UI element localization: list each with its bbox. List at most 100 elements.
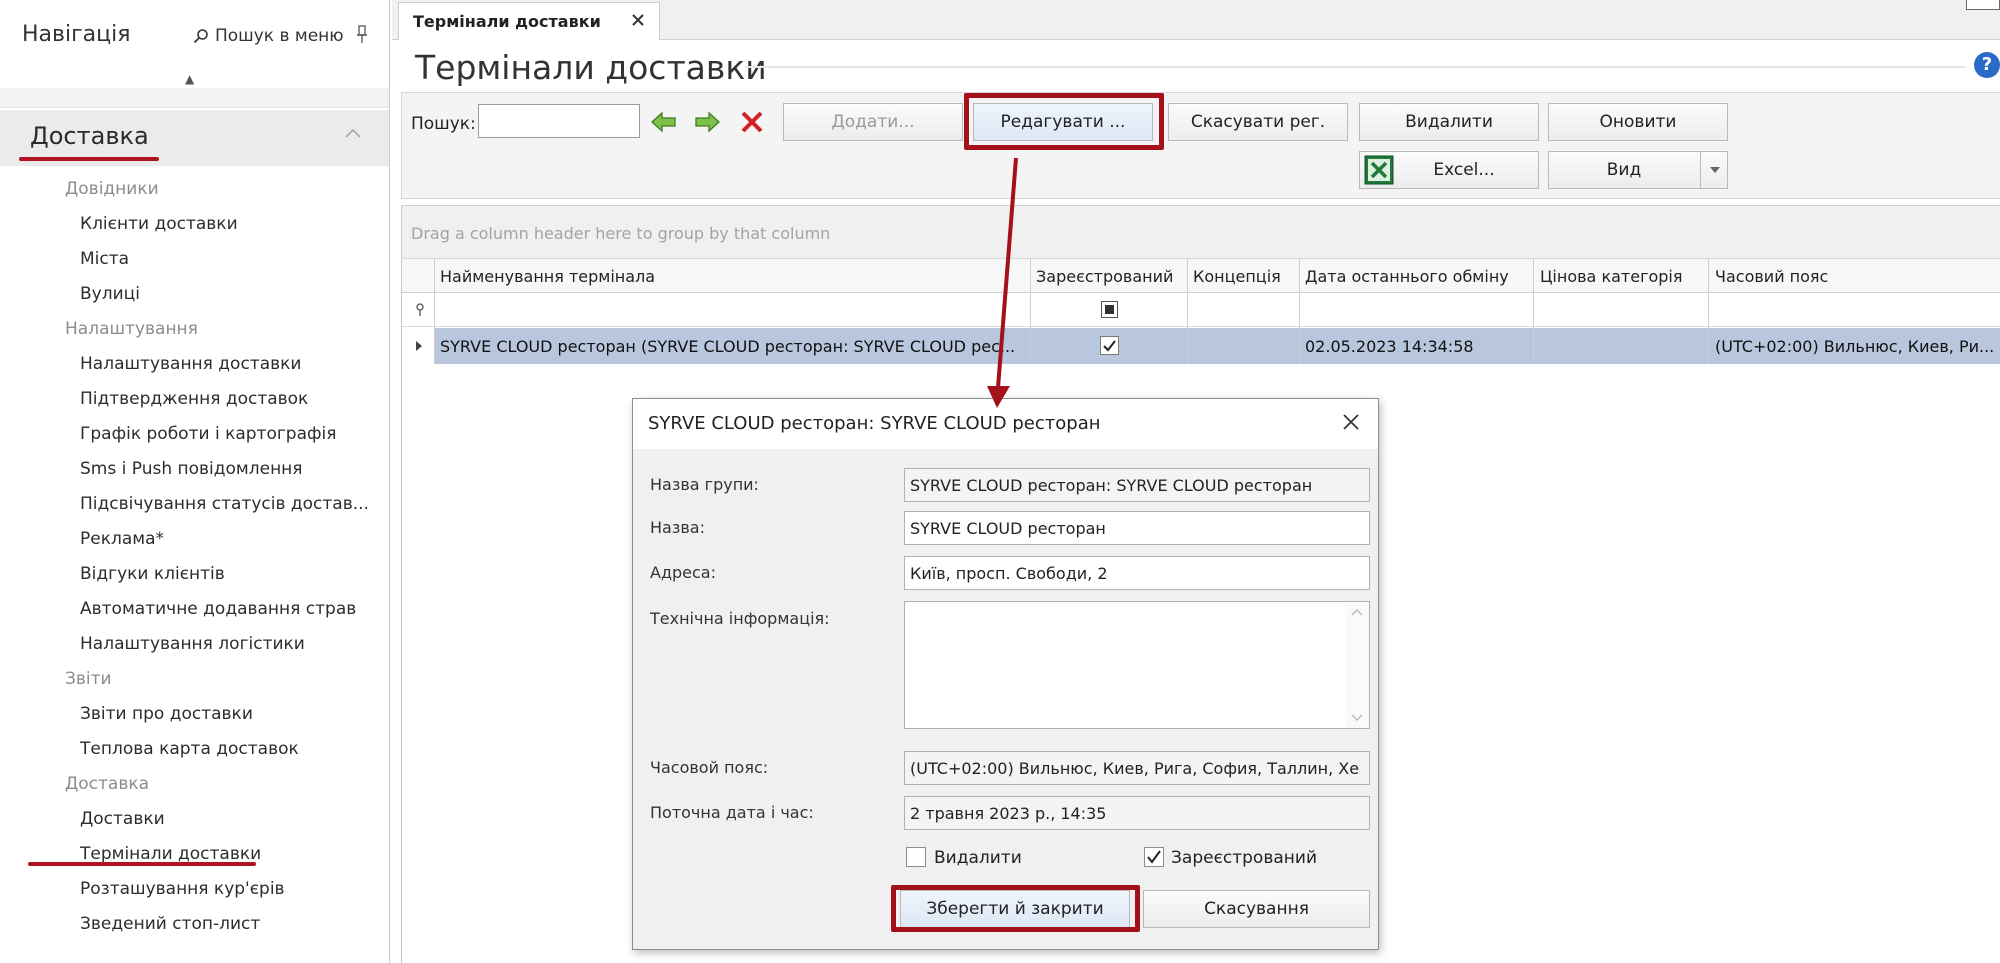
- tech-info-label: Технічна інформація:: [650, 609, 830, 628]
- excel-button-label: Excel...: [1433, 160, 1495, 180]
- title-divider: [745, 66, 1965, 68]
- delete-button[interactable]: Видалити: [1359, 103, 1539, 141]
- dialog-title: SYRVE CLOUD ресторан: SYRVE CLOUD рестор…: [648, 413, 1101, 434]
- row-indicator-icon: [416, 341, 422, 351]
- navigation-sidebar: Навігація Пошук в меню ▲ Доставка Довідн…: [0, 0, 390, 963]
- nav-group-label: Довідники: [65, 179, 159, 199]
- column-separator: [1030, 259, 1031, 364]
- add-button[interactable]: Додати...: [783, 103, 963, 141]
- tab-label: Термінали доставки: [413, 12, 601, 31]
- cancel-button[interactable]: Скасування: [1143, 890, 1370, 928]
- search-label: Пошук:: [411, 114, 476, 134]
- column-separator: [434, 259, 435, 364]
- section-title-highlight: [19, 157, 159, 161]
- close-icon[interactable]: [1342, 413, 1360, 431]
- group-name-field: SYRVE CLOUD ресторан: SYRVE CLOUD рестор…: [904, 468, 1370, 502]
- view-button[interactable]: Вид: [1548, 151, 1728, 189]
- navigation-title: Навігація: [22, 22, 131, 47]
- nav-group-label: Налаштування: [65, 319, 198, 339]
- timezone-field[interactable]: (UTC+02:00) Вильнюс, Киев, Рига, София, …: [904, 751, 1370, 785]
- view-button-separator: [1700, 152, 1701, 188]
- address-field[interactable]: Київ, просп. Свободи, 2: [904, 556, 1370, 590]
- scroll-strip: [0, 88, 389, 108]
- column-header-last-exchange[interactable]: Дата останнього обміну: [1305, 267, 1509, 286]
- nav-group-label: Звіти: [65, 669, 112, 689]
- sidebar-item-heat-map[interactable]: Теплова карта доставок: [80, 739, 299, 759]
- column-header-concept[interactable]: Концепція: [1193, 267, 1281, 286]
- search-input[interactable]: [478, 104, 640, 138]
- save-button-highlight: [891, 885, 1140, 932]
- tab-delivery-terminals[interactable]: Термінали доставки: [398, 2, 660, 40]
- delete-checkbox[interactable]: [906, 847, 926, 867]
- help-icon[interactable]: ?: [1974, 52, 2000, 78]
- sidebar-item-client-reviews[interactable]: Відгуки клієнтів: [80, 564, 225, 584]
- section-title: Доставка: [30, 122, 149, 150]
- column-separator: [1533, 259, 1534, 364]
- sidebar-item-delivery-settings[interactable]: Налаштування доставки: [80, 354, 301, 374]
- registered-filter-checkbox[interactable]: [1101, 301, 1118, 318]
- sidebar-item-auto-add-dishes[interactable]: Автоматичне додавання страв: [80, 599, 356, 619]
- cell-registered-checkbox[interactable]: [1100, 336, 1119, 355]
- sidebar-item-delivery-terminals[interactable]: Термінали доставки: [80, 844, 261, 864]
- grid-filter-row[interactable]: [402, 293, 2000, 327]
- textarea-scrollbar[interactable]: [1345, 602, 1369, 728]
- sidebar-item-deliveries[interactable]: Доставки: [80, 809, 165, 829]
- sidebar-item-streets[interactable]: Вулиці: [80, 284, 140, 304]
- column-separator: [1708, 259, 1709, 364]
- search-menu-button[interactable]: Пошук в меню: [193, 26, 344, 46]
- arrow-left-icon[interactable]: [650, 110, 678, 134]
- sidebar-item-delivery-reports[interactable]: Звіти про доставки: [80, 704, 253, 724]
- scroll-up-icon[interactable]: [1351, 608, 1363, 616]
- chevron-down-icon[interactable]: [1708, 165, 1722, 175]
- current-datetime-field: 2 травня 2023 р., 14:35: [904, 796, 1370, 830]
- active-item-highlight: [28, 862, 256, 866]
- address-label: Адреса:: [650, 563, 716, 582]
- sidebar-item-delivery-clients[interactable]: Клієнти доставки: [80, 214, 238, 234]
- sidebar-item-schedule-maps[interactable]: Графік роботи і картографія: [80, 424, 336, 444]
- cell-terminal-name: SYRVE CLOUD ресторан (SYRVE CLOUD рестор…: [440, 337, 1016, 356]
- sidebar-item-stop-list[interactable]: Зведений стоп-лист: [80, 914, 260, 934]
- group-name-label: Назва групи:: [650, 475, 759, 494]
- delete-checkbox-label: Видалити: [934, 848, 1022, 868]
- tech-info-textarea[interactable]: [904, 601, 1370, 729]
- arrow-right-icon[interactable]: [693, 110, 721, 134]
- column-header-name[interactable]: Найменування термінала: [440, 267, 655, 286]
- sidebar-item-advertising[interactable]: Реклама*: [80, 529, 164, 549]
- registered-checkbox-label: Зареєстрований: [1171, 848, 1317, 868]
- page-title: Термінали доставки: [415, 48, 767, 87]
- chevron-up-icon[interactable]: [343, 126, 363, 140]
- cancel-registration-button[interactable]: Скасувати рег.: [1168, 103, 1348, 141]
- edit-button-highlight: [964, 93, 1164, 150]
- filter-pin-icon: [416, 303, 424, 316]
- column-header-timezone[interactable]: Часовий пояс: [1715, 267, 1828, 286]
- sidebar-item-logistics-settings[interactable]: Налаштування логістики: [80, 634, 305, 654]
- nav-group-label: Доставка: [65, 774, 150, 794]
- timezone-label: Часовой пояс:: [650, 758, 769, 777]
- cell-timezone: (UTC+02:00) Вильнюс, Киев, Ри...: [1715, 337, 1995, 356]
- refresh-button[interactable]: Оновити: [1548, 103, 1728, 141]
- sidebar-item-delivery-confirmation[interactable]: Підтвердження доставок: [80, 389, 308, 409]
- column-separator: [1299, 259, 1300, 364]
- scroll-up-icon[interactable]: ▲: [185, 72, 194, 86]
- sidebar-item-cities[interactable]: Міста: [80, 249, 129, 269]
- pin-icon[interactable]: [355, 25, 369, 45]
- sidebar-item-status-highlight[interactable]: Підсвічування статусів достав...: [80, 494, 369, 514]
- clear-search-icon[interactable]: [738, 110, 766, 134]
- name-field[interactable]: SYRVE CLOUD ресторан: [904, 511, 1370, 545]
- name-label: Назва:: [650, 518, 705, 537]
- excel-icon: [1364, 155, 1394, 185]
- close-icon[interactable]: [631, 13, 645, 27]
- search-icon: [193, 29, 208, 44]
- search-menu-label: Пошук в меню: [215, 26, 344, 46]
- column-separator: [1187, 259, 1188, 364]
- checkmark-icon: [1103, 340, 1116, 352]
- registered-checkbox[interactable]: [1144, 847, 1164, 867]
- sidebar-item-sms-push[interactable]: Sms і Push повідомлення: [80, 459, 303, 479]
- column-header-price-category[interactable]: Цінова категорія: [1540, 267, 1683, 286]
- cell-last-exchange: 02.05.2023 14:34:58: [1305, 337, 1474, 356]
- column-header-registered[interactable]: Зареєстрований: [1036, 267, 1173, 286]
- window-corner-tip: [1966, 0, 2000, 10]
- scroll-down-icon[interactable]: [1351, 714, 1363, 722]
- sidebar-item-courier-locations[interactable]: Розташування кур'єрів: [80, 879, 285, 899]
- current-datetime-label: Поточна дата і час:: [650, 803, 814, 822]
